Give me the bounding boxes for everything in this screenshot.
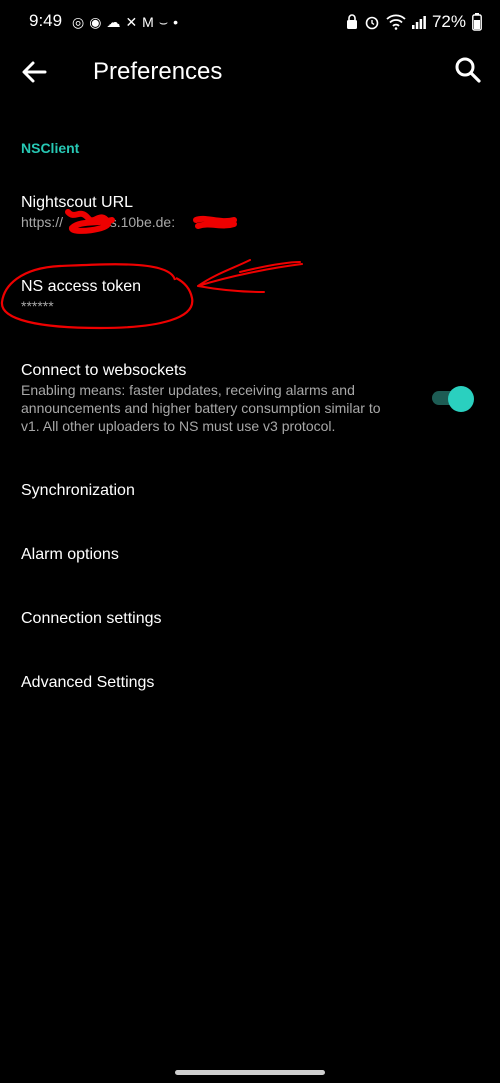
battery-icon	[472, 13, 482, 31]
websockets-switch[interactable]	[432, 386, 476, 412]
pref-connect-websockets[interactable]: Connect to websockets Enabling means: fa…	[21, 361, 401, 435]
search-icon	[455, 57, 481, 83]
app-bar: Preferences	[0, 44, 500, 100]
app-icon: ✕	[125, 14, 138, 30]
pref-connection-settings[interactable]: Connection settings	[21, 609, 411, 629]
pref-title: Nightscout URL	[21, 194, 134, 211]
pref-synchronization[interactable]: Synchronization	[21, 481, 411, 501]
pref-nightscout-url[interactable]: Nightscout URL https:// ns.10be.de:	[21, 193, 411, 231]
pref-alarm-options[interactable]: Alarm options	[21, 545, 411, 565]
pref-summary: https:// ns.10be.de:	[21, 214, 176, 230]
pref-title: Connect to websockets	[21, 362, 187, 379]
amazon-icon: ⌣	[158, 14, 169, 30]
pref-title: Synchronization	[21, 482, 135, 499]
threads-icon: ◉	[89, 14, 102, 30]
wifi-icon	[386, 14, 406, 30]
pref-title: Advanced Settings	[21, 674, 155, 691]
pref-advanced-settings[interactable]: Advanced Settings	[21, 673, 411, 693]
status-right: 72%	[346, 12, 482, 32]
gmail-icon: M	[142, 14, 154, 30]
pref-ns-access-token[interactable]: NS access token ******	[21, 277, 411, 315]
status-time: 9:49	[29, 11, 63, 30]
category-nsclient: NSClient	[21, 140, 80, 156]
search-button[interactable]	[452, 54, 484, 88]
page-title: Preferences	[93, 58, 223, 85]
arrow-back-icon	[22, 61, 47, 83]
lock-icon	[346, 14, 357, 29]
pref-summary: ******	[21, 298, 54, 314]
signal-icon	[411, 16, 426, 29]
status-bar: 9:49 ◎ ◉ ☁ ✕ M ⌣ • 72%	[0, 0, 500, 44]
alarm-icon	[365, 16, 379, 30]
battery-percent: 72%	[431, 12, 466, 31]
notification-icons: ◎ ◉ ☁ ✕ M ⌣ •	[72, 13, 178, 31]
back-button[interactable]	[18, 56, 54, 88]
pref-title: NS access token	[21, 278, 142, 295]
whatsapp-icon: ◎	[72, 14, 85, 30]
switch-thumb	[448, 386, 474, 412]
pref-summary: Enabling means: faster updates, receivin…	[21, 382, 381, 434]
cloud-icon: ☁	[106, 14, 121, 30]
gesture-nav-bar[interactable]	[175, 1070, 325, 1075]
pref-title: Alarm options	[21, 546, 119, 563]
dot-icon: •	[173, 14, 178, 30]
pref-title: Connection settings	[21, 610, 162, 627]
